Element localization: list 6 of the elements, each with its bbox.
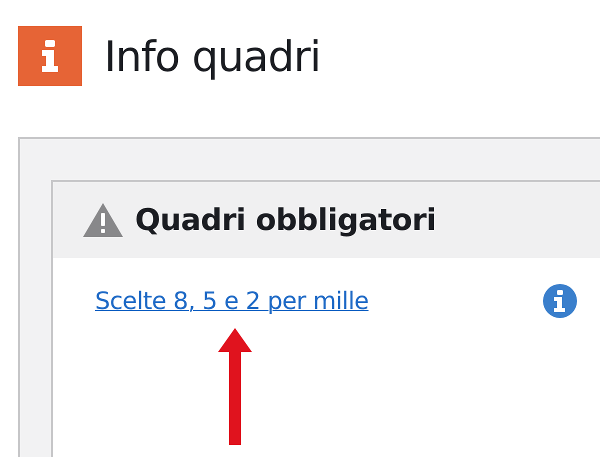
section-link[interactable]: Scelte 8, 5 e 2 per mille <box>95 287 369 315</box>
info-icon[interactable] <box>543 284 577 318</box>
warning-icon <box>83 203 123 237</box>
section-title: Quadri obbligatori <box>135 202 436 238</box>
info-icon <box>40 40 60 72</box>
page-title: Info quadri <box>104 32 320 80</box>
